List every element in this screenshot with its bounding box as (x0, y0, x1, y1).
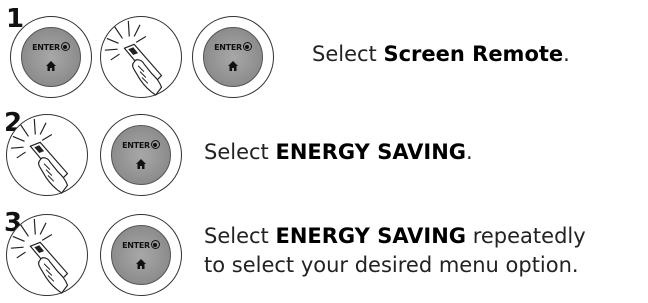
enter-button-icon: ENTER (21, 27, 81, 87)
instruction-text-end: . (466, 140, 473, 164)
step-instruction: Select Screen Remote. (312, 40, 570, 69)
remote-hand-illustration (6, 114, 88, 196)
remote-hand-illustration (100, 16, 182, 98)
instruction-emphasis: ENERGY SAVING (275, 140, 467, 164)
enter-label: ENTER (122, 241, 150, 250)
home-icon (45, 60, 57, 72)
ok-circle-icon (150, 240, 160, 249)
enter-label: ENTER (32, 43, 60, 52)
home-icon (227, 60, 239, 72)
remote-pointing-hand-icon (101, 17, 181, 97)
instruction-text: Select (312, 42, 384, 66)
home-icon (135, 158, 147, 170)
remote-hand-illustration (6, 214, 88, 296)
enter-button-illustration: ENTER (100, 214, 182, 296)
remote-pointing-hand-icon (7, 115, 87, 195)
enter-label: ENTER (214, 43, 242, 52)
step-instruction: Select ENERGY SAVING. (204, 138, 473, 167)
enter-button-illustration: ENTER (10, 16, 92, 98)
instruction-text: Select (204, 224, 276, 248)
enter-button-icon: ENTER (111, 225, 171, 285)
instruction-emphasis: ENERGY SAVING (275, 224, 467, 248)
instruction-text-end: . (563, 42, 570, 66)
enter-button-illustration: ENTER (192, 16, 274, 98)
instruction-text-end: repeatedly (466, 224, 586, 248)
enter-button-illustration: ENTER (100, 114, 182, 196)
home-icon (135, 258, 147, 270)
ok-circle-icon (60, 42, 70, 51)
ok-circle-icon (242, 42, 252, 51)
ok-circle-icon (150, 140, 160, 149)
enter-button-icon: ENTER (203, 27, 263, 87)
instruction-text-line2: to select your desired menu option. (204, 253, 579, 278)
instruction-emphasis: Screen Remote (383, 42, 564, 66)
remote-pointing-hand-icon (7, 215, 87, 295)
instruction-text: Select (204, 140, 276, 164)
step-instruction: Select ENERGY SAVING repeatedly to selec… (204, 222, 586, 281)
enter-button-icon: ENTER (111, 125, 171, 185)
enter-label: ENTER (122, 141, 150, 150)
